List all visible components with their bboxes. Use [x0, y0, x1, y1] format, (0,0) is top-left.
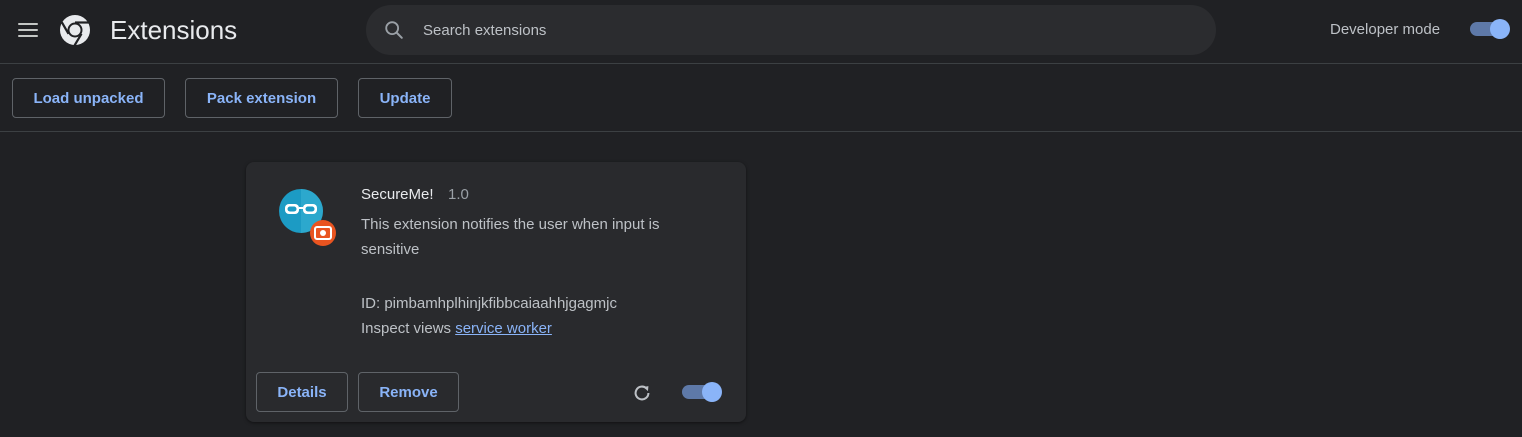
- reload-icon[interactable]: [631, 382, 653, 404]
- unpacked-badge-icon: [310, 220, 336, 246]
- details-button[interactable]: Details: [256, 372, 348, 412]
- developer-mode-label: Developer mode: [1330, 21, 1441, 38]
- glasses-icon: [279, 189, 336, 246]
- developer-toolbar: Load unpacked Pack extension Update: [0, 65, 1522, 132]
- pack-extension-button[interactable]: Pack extension: [185, 78, 338, 118]
- extension-enable-toggle[interactable]: [682, 382, 722, 402]
- service-worker-link[interactable]: service worker: [455, 320, 552, 337]
- hamburger-menu-icon[interactable]: [16, 18, 40, 42]
- extension-description: This extension notifies the user when in…: [361, 216, 660, 258]
- load-unpacked-button[interactable]: Load unpacked: [12, 78, 165, 118]
- extension-id: ID: pimbamhplhinjkfibbcaiaahhjgagmjc: [361, 295, 617, 312]
- inspect-views: Inspect views service worker: [361, 320, 552, 338]
- extension-card: SecureMe! 1.0 This extension notifies th…: [246, 162, 746, 422]
- page-title: Extensions: [110, 15, 238, 45]
- update-button[interactable]: Update: [358, 78, 452, 118]
- extension-version: 1.0: [448, 186, 469, 203]
- extension-name: SecureMe!: [361, 186, 434, 203]
- inspect-views-label: Inspect views: [361, 320, 452, 337]
- remove-button[interactable]: Remove: [358, 372, 459, 412]
- search-box[interactable]: [366, 5, 1216, 55]
- search-input[interactable]: [423, 15, 1183, 45]
- developer-mode-toggle[interactable]: [1470, 19, 1510, 39]
- chrome-logo-icon: [60, 15, 90, 46]
- search-icon[interactable]: [383, 19, 405, 41]
- top-bar: Extensions Developer mode: [0, 0, 1522, 64]
